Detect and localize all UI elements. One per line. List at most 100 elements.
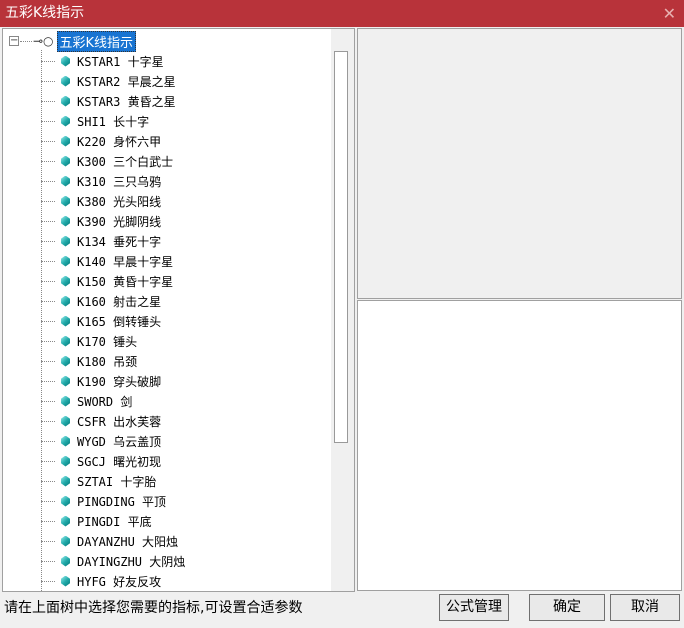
indicator-icon <box>61 455 70 467</box>
tree-connector <box>41 320 55 322</box>
tree-item[interactable]: PINGDING 平顶 <box>41 491 166 511</box>
tree-item-label: K170 锤头 <box>77 334 138 349</box>
tree-item-label: K160 射击之星 <box>77 294 162 309</box>
vertical-scrollbar[interactable] <box>331 29 354 591</box>
tree-item[interactable]: K190 穿头破脚 <box>41 371 161 391</box>
tree-connector <box>20 40 32 42</box>
tree-connector <box>41 140 55 142</box>
collapse-icon[interactable]: − <box>9 36 19 46</box>
tree-connector <box>41 300 55 302</box>
tree-connector <box>41 560 55 562</box>
tree-item-label: K140 早晨十字星 <box>77 254 174 269</box>
tree-item[interactable]: K220 身怀六甲 <box>41 131 161 151</box>
tree-connector <box>41 220 55 222</box>
description-panel <box>357 300 682 591</box>
indicator-icon <box>61 555 70 567</box>
tree-item-label: KSTAR2 早晨之星 <box>77 74 176 89</box>
tree-item[interactable]: K160 射击之星 <box>41 291 161 311</box>
tree-connector <box>41 280 55 282</box>
tree-item[interactable]: K380 光头阳线 <box>41 191 161 211</box>
tree-item-label: DAYANZHU 大阳烛 <box>77 534 179 549</box>
indicator-icon <box>61 535 70 547</box>
indicator-icon <box>61 435 70 447</box>
tree-item-label: K165 倒转锤头 <box>77 314 162 329</box>
tree-connector <box>41 460 55 462</box>
tree-connector <box>41 80 55 82</box>
tree-item[interactable]: SZTAI 十字胎 <box>41 471 156 491</box>
tree-connector <box>41 180 55 182</box>
status-text: 请在上面树中选择您需要的指标,可设置合适参数 <box>4 600 303 616</box>
indicator-icon <box>61 575 70 587</box>
tree-connector <box>41 200 55 202</box>
indicator-icon <box>61 115 70 127</box>
tree-connector <box>41 480 55 482</box>
tree-item-label: K180 吊颈 <box>77 354 138 369</box>
tree-item[interactable]: K180 吊颈 <box>41 351 137 371</box>
tree-connector <box>41 500 55 502</box>
indicator-icon <box>61 275 70 287</box>
parameter-panel <box>357 28 682 299</box>
tree-item-label: K134 垂死十字 <box>77 234 162 249</box>
tree-item-label: PINGDI 平底 <box>77 514 152 529</box>
tree-item-label: SGCJ 曙光初现 <box>77 454 162 469</box>
tree-item[interactable]: K300 三个白武士 <box>41 151 173 171</box>
tree-item[interactable]: KSTAR2 早晨之星 <box>41 71 176 91</box>
tree-item[interactable]: K310 三只乌鸦 <box>41 171 161 191</box>
tree-item[interactable]: K390 光脚阴线 <box>41 211 161 231</box>
tree-connector <box>41 160 55 162</box>
ok-button[interactable]: 确定 <box>529 594 605 621</box>
indicator-icon <box>61 475 70 487</box>
indicator-icon <box>61 395 70 407</box>
indicator-icon <box>61 175 70 187</box>
tree-connector <box>41 400 55 402</box>
tree-item[interactable]: K150 黄昏十字星 <box>41 271 173 291</box>
indicator-icon <box>61 515 70 527</box>
tree-item[interactable]: K170 锤头 <box>41 331 137 351</box>
tree-connector <box>41 580 55 582</box>
tree-item[interactable]: PINGDI 平底 <box>41 511 152 531</box>
tree-item-label: SHI1 长十字 <box>77 114 150 129</box>
tree-item[interactable]: SGCJ 曙光初现 <box>41 451 161 471</box>
tree-item-label: WYGD 乌云盖顶 <box>77 434 162 449</box>
tree-item[interactable]: HYFG 好友反攻 <box>41 571 161 591</box>
tree-item-label: PINGDING 平顶 <box>77 494 167 509</box>
indicator-tree[interactable]: − ⊸○ 五彩K线指示 KSTAR1 十字星 KSTAR2 早晨之星 KSTAR3 … <box>2 28 355 592</box>
tree-item[interactable]: K140 早晨十字星 <box>41 251 173 271</box>
indicator-icon <box>61 235 70 247</box>
tree-connector <box>41 540 55 542</box>
tree-item-label: KSTAR3 黄昏之星 <box>77 94 176 109</box>
indicator-icon <box>61 155 70 167</box>
tree-item-label: K220 身怀六甲 <box>77 134 162 149</box>
tree-item[interactable]: K165 倒转锤头 <box>41 311 161 331</box>
tree-root[interactable]: − ⊸○ 五彩K线指示 <box>9 30 137 52</box>
tree-root-label[interactable]: 五彩K线指示 <box>56 30 137 52</box>
indicator-icon <box>61 215 70 227</box>
tree-item[interactable]: DAYINGZHU 大阴烛 <box>41 551 185 571</box>
window-title: 五彩K线指示 <box>5 5 85 21</box>
tree-item[interactable]: SWORD 剑 <box>41 391 132 411</box>
title-bar: 五彩K线指示 ✕ <box>0 0 684 27</box>
tree-item-label: HYFG 好友反攻 <box>77 574 162 589</box>
indicator-icon <box>61 195 70 207</box>
tree-item-label: K300 三个白武士 <box>77 154 174 169</box>
tree-item-label: K390 光脚阴线 <box>77 214 162 229</box>
tree-item-label: SWORD 剑 <box>77 394 133 409</box>
tree-item[interactable]: KSTAR1 十字星 <box>41 51 164 71</box>
tree-item[interactable]: SHI1 长十字 <box>41 111 149 131</box>
cancel-button[interactable]: 取消 <box>610 594 680 621</box>
tree-item[interactable]: CSFR 出水芙蓉 <box>41 411 161 431</box>
indicator-icon <box>61 55 70 67</box>
tree-item[interactable]: K134 垂死十字 <box>41 231 161 251</box>
close-icon[interactable]: ✕ <box>663 0 676 27</box>
formula-manage-button[interactable]: 公式管理 <box>439 594 509 621</box>
indicator-icon <box>61 495 70 507</box>
indicator-icon <box>61 375 70 387</box>
tree-item[interactable]: DAYANZHU 大阳烛 <box>41 531 178 551</box>
tree-item[interactable]: WYGD 乌云盖顶 <box>41 431 161 451</box>
tree-item[interactable]: KSTAR3 黄昏之星 <box>41 91 176 111</box>
scrollbar-thumb[interactable] <box>334 51 348 443</box>
tree-connector <box>41 440 55 442</box>
tree-item-label: K310 三只乌鸦 <box>77 174 162 189</box>
tree-connector <box>41 60 55 62</box>
tree-item-label: CSFR 出水芙蓉 <box>77 414 162 429</box>
